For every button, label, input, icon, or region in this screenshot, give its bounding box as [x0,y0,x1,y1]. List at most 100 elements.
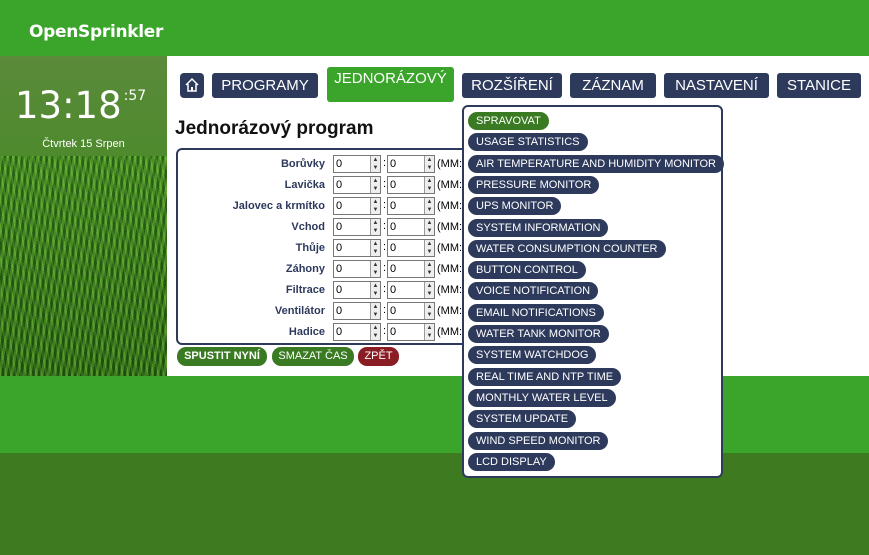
extension-menu-item[interactable]: WATER CONSUMPTION COUNTER [468,239,666,258]
station-label: Lavička [284,179,325,191]
station-row: Hadice 0 ▲ ▼:0 ▲ ▼ (MM: [178,322,478,342]
tab-rozsireni[interactable]: ROZŠÍŘENÍ [462,73,562,98]
minutes-input[interactable]: 0 ▲ ▼ [333,239,381,257]
run-now-button[interactable]: SPUSTIT NYNÍ [177,347,267,366]
logo-text: OpenSprinkler [29,22,164,42]
spin-arrows-icon[interactable]: ▲ ▼ [370,219,380,235]
footer-band-dark [0,453,869,555]
spin-arrows-icon[interactable]: ▲ ▼ [370,282,380,298]
spin-arrows-icon[interactable]: ▲ ▼ [424,219,434,235]
footer-band [0,376,869,453]
seconds-value: 0 [390,305,397,317]
extension-menu-item[interactable]: SPRAVOVAT [468,112,549,130]
spin-arrows-icon[interactable]: ▲ ▼ [424,177,434,193]
extension-menu-item[interactable]: LCD DISPLAY [468,452,555,471]
extension-menu-item[interactable]: PRESSURE MONITOR [468,175,600,194]
extension-menu-item[interactable]: BUTTON CONTROL [468,261,586,280]
extension-menu-item[interactable]: VOICE NOTIFICATION [468,282,599,301]
colon-separator: : [383,241,387,253]
extension-menu-item[interactable]: UPS MONITOR [468,197,562,216]
tab-jednorazovy[interactable]: JEDNORÁZOVÝ [327,67,454,102]
extension-menu-item[interactable]: WATER TANK MONITOR [468,325,609,343]
spin-arrows-icon[interactable]: ▲ ▼ [424,282,434,298]
spin-arrows-icon[interactable]: ▲ ▼ [370,303,380,319]
seconds-input[interactable]: 0 ▲ ▼ [387,176,435,194]
unit-label: (MM: [437,263,463,275]
minutes-input[interactable]: 0 ▲ ▼ [333,323,381,341]
seconds-input[interactable]: 0 ▲ ▼ [387,218,435,236]
station-duration-form: Borůvky 0 ▲ ▼:0 ▲ ▼ (MM: Lavička 0 ▲ ▼:0 ▲ ▼ (MM: Jalo… [176,148,476,345]
minutes-input[interactable]: 0 ▲ ▼ [333,281,381,299]
minutes-input[interactable]: 0 ▲ ▼ [333,218,381,236]
seconds-value: 0 [390,158,397,170]
minutes-value: 0 [336,242,343,254]
extension-menu-item[interactable]: AIR TEMPERATURE AND HUMIDITY MONITOR [468,154,724,173]
tab-stanice[interactable]: STANICE [777,73,861,98]
spin-arrows-icon[interactable]: ▲ ▼ [424,324,434,340]
seconds-input[interactable]: 0 ▲ ▼ [387,155,435,173]
seconds-value: 0 [390,242,397,254]
colon-separator: : [383,283,387,295]
top-bar: OpenSprinkler [0,0,869,56]
spin-arrows-icon[interactable]: ▲ ▼ [424,156,434,172]
back-button[interactable]: ZPĚT [358,347,399,366]
minutes-value: 0 [336,200,343,212]
spin-arrows-icon[interactable]: ▲ ▼ [424,198,434,214]
spin-arrows-icon[interactable]: ▲ ▼ [424,240,434,256]
seconds-input[interactable]: 0 ▲ ▼ [387,197,435,215]
seconds-input[interactable]: 0 ▲ ▼ [387,302,435,320]
clock-time: 13:18 [15,84,122,127]
seconds-input[interactable]: 0 ▲ ▼ [387,281,435,299]
spin-arrows-icon[interactable]: ▲ ▼ [370,198,380,214]
unit-label: (MM: [437,305,463,317]
grass-background [0,156,167,376]
unit-label: (MM: [437,221,463,233]
spin-arrows-icon[interactable]: ▲ ▼ [370,261,380,277]
seconds-value: 0 [390,284,397,296]
seconds-value: 0 [390,179,397,191]
extensions-dropdown: SPRAVOVAT USAGE STATISTICS AIR TEMPERATURE… [462,105,724,478]
station-row: Jalovec a krmítko 0 ▲ ▼:0 ▲ ▼ (MM: [178,196,478,216]
extension-menu-item[interactable]: USAGE STATISTICS [468,133,588,152]
station-label: Borůvky [280,158,325,170]
extension-menu-item[interactable]: SYSTEM INFORMATION [468,218,609,237]
minutes-input[interactable]: 0 ▲ ▼ [333,155,381,173]
clock-seconds: :57 [123,88,147,104]
tab-programy[interactable]: PROGRAMY [212,73,318,98]
seconds-input[interactable]: 0 ▲ ▼ [387,239,435,257]
tab-nastaveni[interactable]: NASTAVENÍ [664,73,769,98]
seconds-input[interactable]: 0 ▲ ▼ [387,260,435,278]
minutes-input[interactable]: 0 ▲ ▼ [333,302,381,320]
minutes-input[interactable]: 0 ▲ ▼ [333,260,381,278]
colon-separator: : [383,157,387,169]
unit-label: (MM: [437,326,463,338]
extension-menu-item[interactable]: SYSTEM UPDATE [468,410,577,429]
clock-date: Čtvrtek 15 Srpen [42,138,125,150]
unit-label: (MM: [437,179,463,191]
spin-arrows-icon[interactable]: ▲ ▼ [370,156,380,172]
extension-menu-item[interactable]: REAL TIME AND NTP TIME [468,367,622,386]
spin-arrows-icon[interactable]: ▲ ▼ [424,303,434,319]
extension-menu-item[interactable]: EMAIL NOTIFICATIONS [468,303,604,322]
spin-arrows-icon[interactable]: ▲ ▼ [370,177,380,193]
spin-arrows-icon[interactable]: ▲ ▼ [370,324,380,340]
extension-menu-item[interactable]: MONTHLY WATER LEVEL [468,388,616,407]
station-row: Záhony 0 ▲ ▼:0 ▲ ▼ (MM: [178,259,478,279]
opensprinkler-logo[interactable]: OpenSprinkler [29,22,163,42]
station-label: Filtrace [285,284,325,296]
home-icon [185,77,199,92]
seconds-input[interactable]: 0 ▲ ▼ [387,323,435,341]
extension-menu-item[interactable]: SYSTEM WATCHDOG [468,346,597,365]
minutes-input[interactable]: 0 ▲ ▼ [333,176,381,194]
tab-zaznam[interactable]: ZÁZNAM [570,73,656,98]
seconds-value: 0 [390,326,397,338]
spin-arrows-icon[interactable]: ▲ ▼ [424,261,434,277]
extension-menu-item[interactable]: WIND SPEED MONITOR [468,431,609,450]
spin-arrows-icon[interactable]: ▲ ▼ [370,240,380,256]
home-button[interactable] [180,73,204,98]
clear-time-button[interactable]: SMAZAT ČAS [272,347,354,366]
minutes-value: 0 [336,263,343,275]
station-row: Vchod 0 ▲ ▼:0 ▲ ▼ (MM: [178,217,478,237]
colon-separator: : [383,304,387,316]
minutes-input[interactable]: 0 ▲ ▼ [333,197,381,215]
